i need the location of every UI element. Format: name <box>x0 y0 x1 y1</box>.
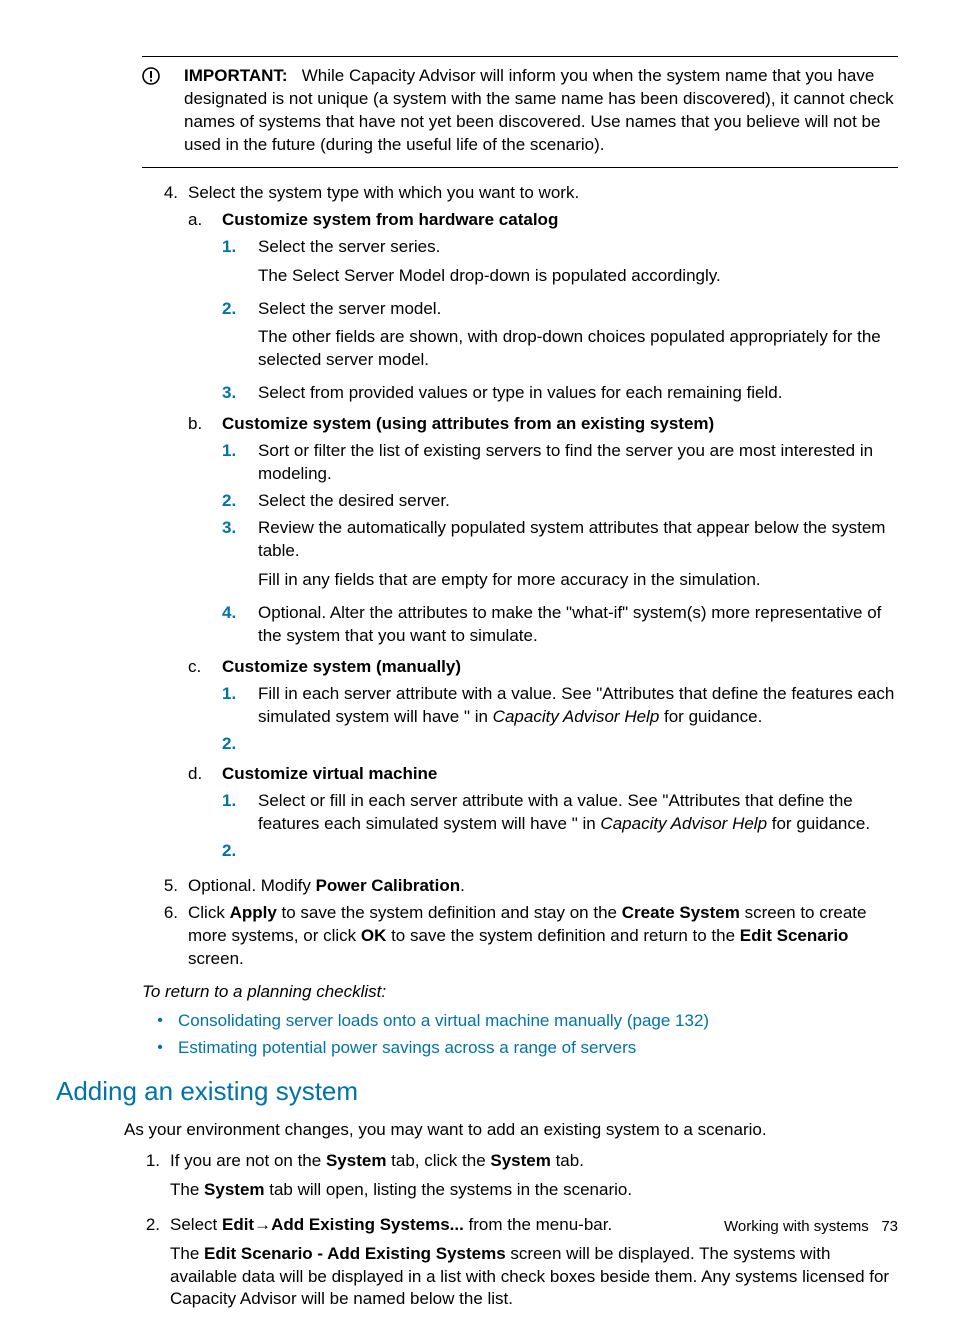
step-text: tab, click the <box>386 1151 490 1170</box>
num-marker: 3. <box>222 382 258 405</box>
step-text: Select the desired server. <box>258 491 450 510</box>
step-text: Select <box>170 1215 222 1234</box>
ui-label: Add Existing Systems... <box>271 1215 464 1234</box>
important-icon <box>142 65 184 157</box>
num-marker: 2. <box>222 733 258 756</box>
page: IMPORTANT: While Capacity Advisor will i… <box>0 0 954 1271</box>
step-text: to save the system definition and stay o… <box>277 903 622 922</box>
ui-label: Power Calibration <box>316 876 461 895</box>
step-text: Review the automatically populated syste… <box>258 518 885 560</box>
subheading: Customize system (using attributes from … <box>222 414 714 433</box>
checklist-link: • Estimating potential power savings acr… <box>142 1037 898 1060</box>
num-marker: 1. <box>222 790 258 836</box>
ui-label: System <box>326 1151 386 1170</box>
page-footer: Working with systems 73 <box>724 1217 898 1237</box>
ui-label: Create System <box>622 903 740 922</box>
alpha-marker: c. <box>188 656 222 762</box>
step-text: . <box>460 876 465 895</box>
step-text: for guidance. <box>767 814 870 833</box>
alpha-marker: b. <box>188 413 222 653</box>
step-text: If you are not on the <box>170 1151 326 1170</box>
step-text: Optional. Modify <box>188 876 316 895</box>
ui-label: Apply <box>230 903 277 922</box>
important-text: IMPORTANT: While Capacity Advisor will i… <box>184 65 898 157</box>
step-text: The other fields are shown, with drop-do… <box>258 326 898 372</box>
step-4: 4. Select the system type with which you… <box>142 182 898 871</box>
num-marker: 1. <box>222 236 258 294</box>
step-marker: 5. <box>142 875 188 898</box>
step-text: Select the server series. <box>258 237 440 256</box>
ui-label: System <box>490 1151 550 1170</box>
step-4b: b. Customize system (using attributes fr… <box>188 413 898 653</box>
ui-label: Edit Scenario <box>740 926 849 945</box>
step-text: Select from provided values or type in v… <box>258 383 782 402</box>
citation: Capacity Advisor Help <box>600 814 767 833</box>
step-4a: a. Customize system from hardware catalo… <box>188 209 898 412</box>
num-marker: 2. <box>222 298 258 379</box>
step-marker: 2. <box>124 1214 170 1317</box>
step-4d: d. Customize virtual machine 1. Select o… <box>188 763 898 869</box>
section-step-1: 1. If you are not on the System tab, cli… <box>124 1150 898 1208</box>
step-marker: 6. <box>142 902 188 971</box>
step-5: 5. Optional. Modify Power Calibration. <box>142 875 898 898</box>
num-marker: 3. <box>222 517 258 598</box>
num-marker: 4. <box>222 602 258 648</box>
checklist-title: To return to a planning checklist: <box>142 981 898 1004</box>
ui-label: Edit <box>222 1215 254 1234</box>
step-text: Select the server model. <box>258 299 441 318</box>
step-text: The <box>170 1180 204 1199</box>
step-text: to save the system definition and return… <box>386 926 739 945</box>
page-number: 73 <box>881 1218 898 1235</box>
subheading: Customize virtual machine <box>222 764 437 783</box>
step-text: Click <box>188 903 230 922</box>
step-4c: c. Customize system (manually) 1. Fill i… <box>188 656 898 762</box>
subheading: Customize system from hardware catalog <box>222 210 558 229</box>
alpha-marker: a. <box>188 209 222 412</box>
step-text: for guidance. <box>659 707 762 726</box>
main-content: 4. Select the system type with which you… <box>142 182 898 1060</box>
step-text: Sort or filter the list of existing serv… <box>258 441 873 483</box>
step-marker: 4. <box>142 182 188 871</box>
important-note: IMPORTANT: While Capacity Advisor will i… <box>142 56 898 168</box>
intro-text: As your environment changes, you may wan… <box>124 1119 898 1142</box>
step-text: tab. <box>551 1151 584 1170</box>
step-text: Select the system type with which you wa… <box>188 183 579 202</box>
num-marker: 2. <box>222 490 258 513</box>
ui-label: Edit Scenario - Add Existing Systems <box>204 1244 506 1263</box>
checklist-link: • Consolidating server loads onto a virt… <box>142 1010 898 1033</box>
step-text: The Select Server Model drop-down is pop… <box>258 265 898 288</box>
num-marker: 1. <box>222 683 258 729</box>
link-power-savings[interactable]: Estimating potential power savings acros… <box>178 1037 636 1060</box>
step-marker: 1. <box>124 1150 170 1208</box>
step-text: screen. <box>188 949 244 968</box>
arrow-icon: → <box>254 1215 271 1234</box>
alpha-marker: d. <box>188 763 222 869</box>
num-marker: 2. <box>222 840 258 863</box>
important-label: IMPORTANT: <box>184 66 288 85</box>
footer-label: Working with systems <box>724 1218 869 1235</box>
num-marker: 1. <box>222 440 258 486</box>
important-body: While Capacity Advisor will inform you w… <box>184 66 894 154</box>
section-heading: Adding an existing system <box>56 1074 898 1109</box>
step-text: The <box>170 1244 204 1263</box>
ui-label: OK <box>361 926 387 945</box>
bullet-icon: • <box>142 1010 178 1033</box>
step-text: Fill in any fields that are empty for mo… <box>258 569 898 592</box>
step-text: tab will open, listing the systems in th… <box>265 1180 633 1199</box>
subheading: Customize system (manually) <box>222 657 461 676</box>
step-text: from the menu-bar. <box>464 1215 612 1234</box>
step-text: Optional. Alter the attributes to make t… <box>258 603 881 645</box>
citation: Capacity Advisor Help <box>493 707 660 726</box>
bullet-icon: • <box>142 1037 178 1060</box>
ui-label: System <box>204 1180 264 1199</box>
step-6: 6. Click Apply to save the system defini… <box>142 902 898 971</box>
link-consolidating[interactable]: Consolidating server loads onto a virtua… <box>178 1010 709 1033</box>
